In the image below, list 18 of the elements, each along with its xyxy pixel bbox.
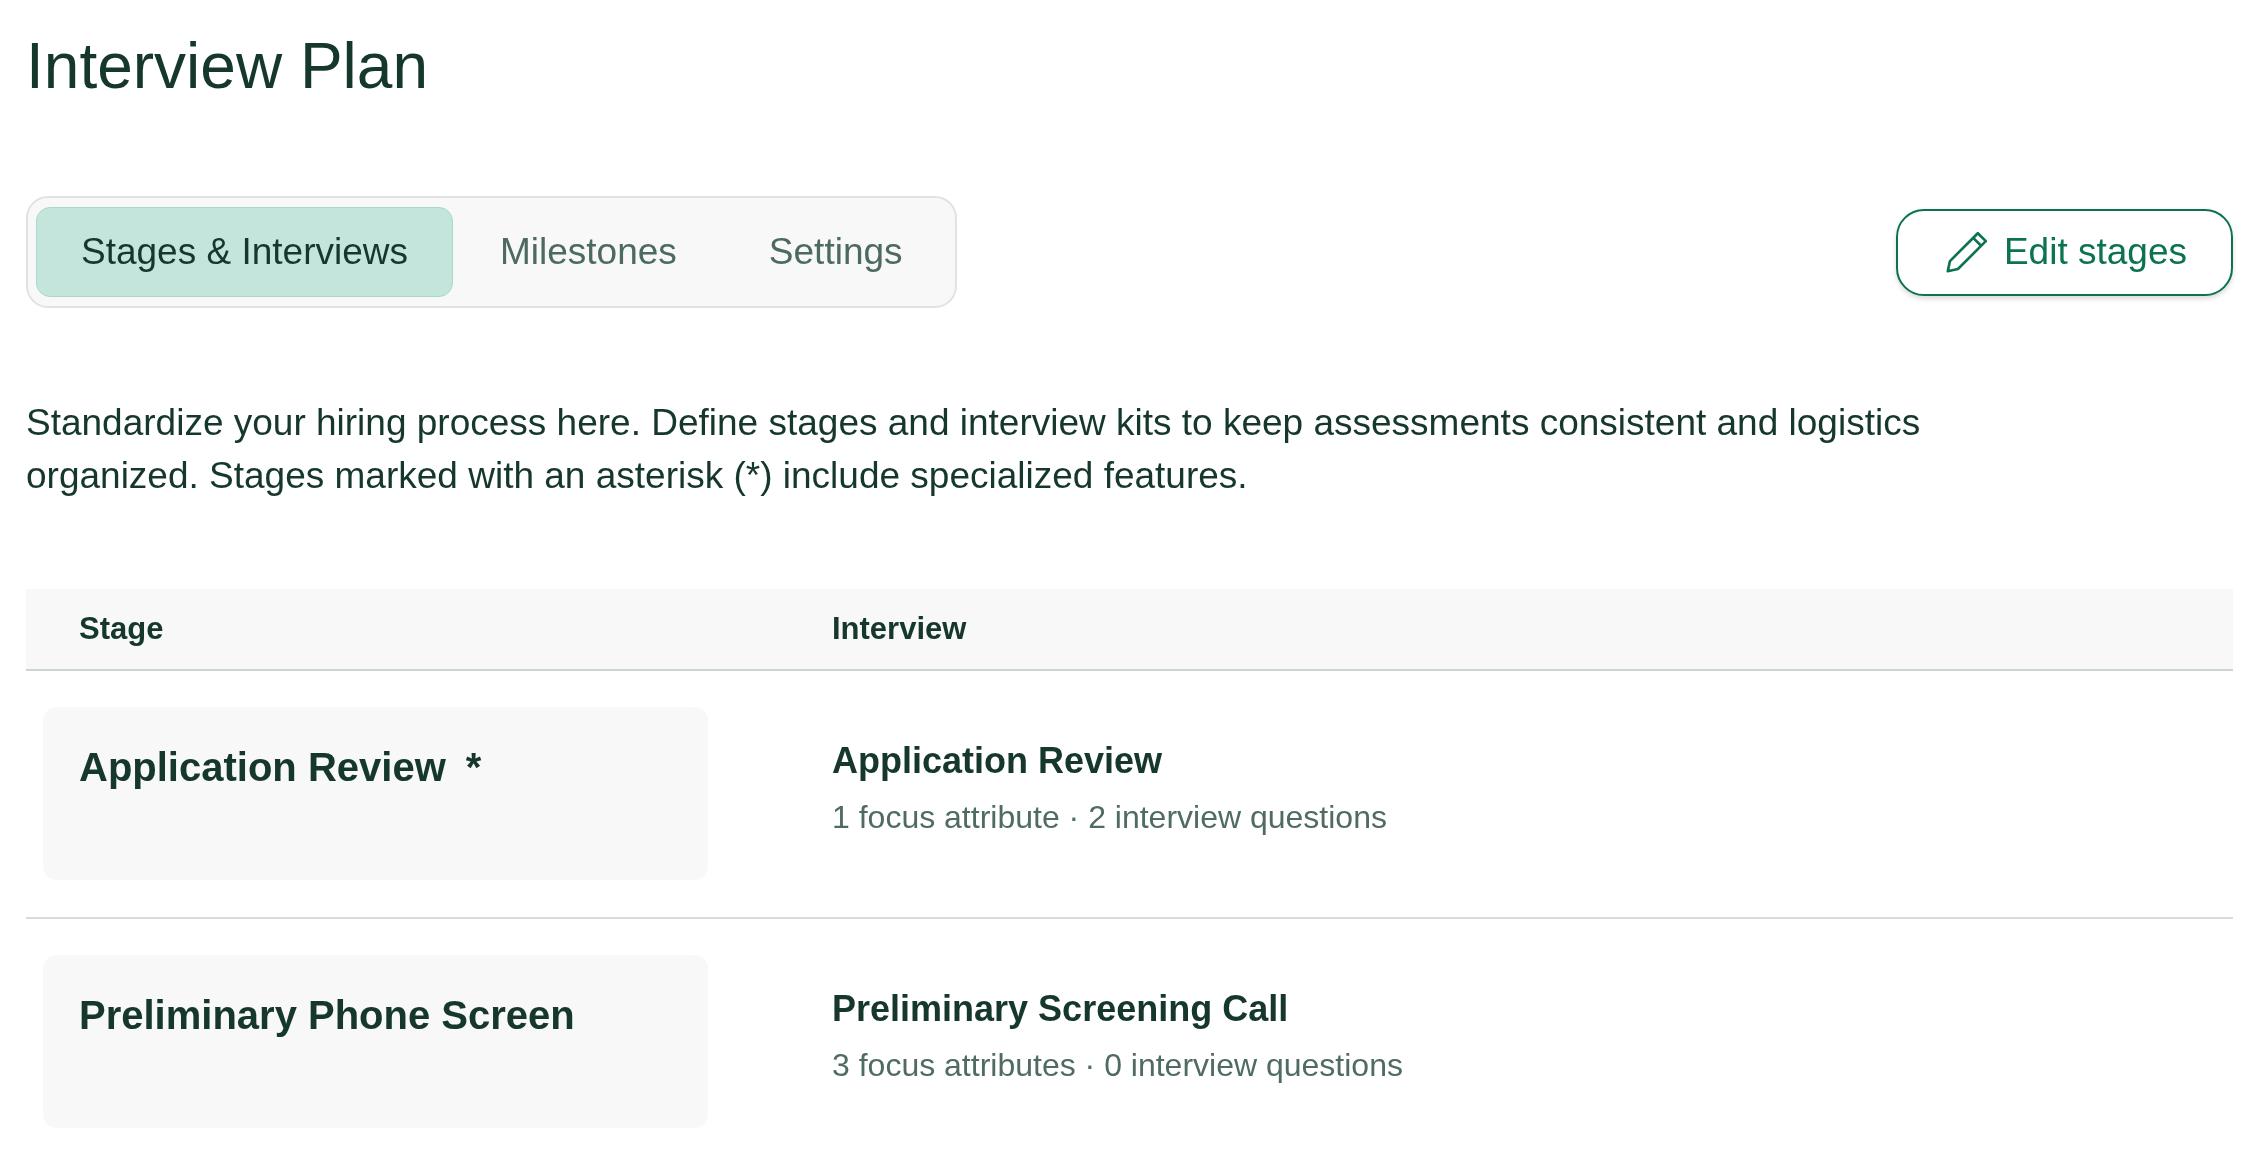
tab[interactable]: Milestones	[455, 207, 722, 297]
interview-name[interactable]: Preliminary Screening Call	[832, 987, 1289, 1031]
interview-name[interactable]: Application Review	[832, 739, 1163, 783]
edit-stages-button[interactable]: Edit stages	[1895, 208, 2233, 296]
tab[interactable]: Stages & Interviews	[36, 207, 453, 297]
stage-card[interactable]: Application Review *	[43, 707, 708, 880]
interview-details: 1 focus attribute · 2 interview questions	[832, 798, 1387, 837]
stage-name: Preliminary Phone Screen	[79, 992, 575, 1039]
column-header: Stage	[78, 611, 165, 647]
asterisk-marker: *	[465, 744, 482, 791]
stage-card[interactable]: Preliminary Phone Screen	[43, 955, 708, 1128]
stage-name: Application Review	[79, 744, 446, 791]
interview-details: 3 focus attributes · 0 interview questions	[832, 1046, 1403, 1085]
column-header: Interview	[832, 611, 967, 647]
description-text: Standardize your hiring process here. Define stages and interview kits to keep assessments consistent and logistics organized. Stages marked with an asterisk (*) include specialized features.	[26, 401, 1922, 498]
pencil-icon	[1945, 231, 1988, 273]
tab[interactable]: Settings	[723, 207, 948, 297]
page-title: Interview Plan	[26, 29, 429, 104]
